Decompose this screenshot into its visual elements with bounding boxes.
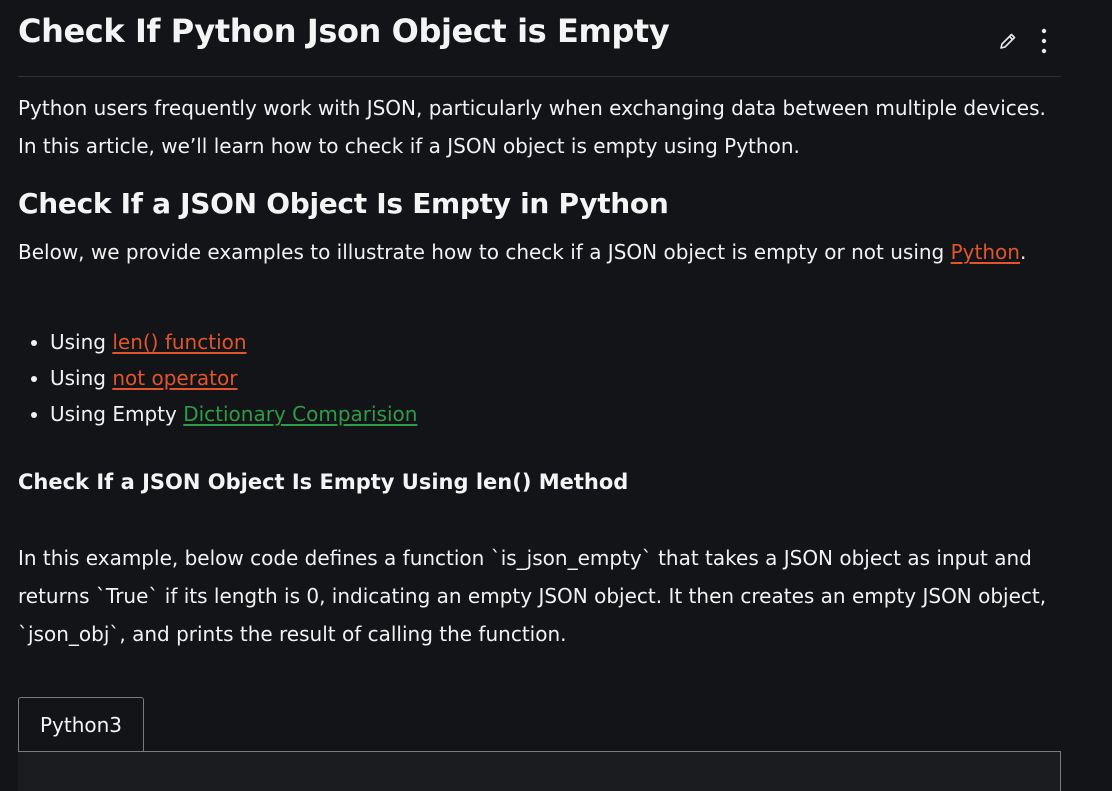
list-item-prefix: Using Empty: [50, 402, 184, 426]
methods-list: Using len() function Using not operator …: [18, 324, 417, 432]
section-heading: Check If a JSON Object Is Empty in Pytho…: [18, 187, 669, 220]
list-item: Using len() function: [50, 324, 417, 360]
list-item: Using not operator: [50, 360, 417, 396]
code-panel: [18, 751, 1061, 791]
vertical-dots-icon[interactable]: [1033, 26, 1055, 56]
list-item-prefix: Using: [50, 330, 113, 354]
header-actions: [997, 26, 1055, 56]
pencil-icon[interactable]: [997, 26, 1019, 56]
len-function-link[interactable]: len() function: [112, 330, 246, 354]
dictionary-comparision-link[interactable]: Dictionary Comparision: [183, 402, 417, 426]
tab-python3[interactable]: Python3: [18, 697, 144, 751]
example-paragraph: In this example, below code defines a fu…: [18, 546, 1047, 646]
subheading: Check If a JSON Object Is Empty Using le…: [18, 470, 629, 494]
article-header: Check If Python Json Object is Empty: [18, 0, 1061, 77]
article: Check If Python Json Object is Empty Pyt…: [18, 0, 1061, 646]
list-item: Using Empty Dictionary Comparision: [50, 396, 417, 432]
list-item-prefix: Using: [50, 366, 113, 390]
below-end: .: [1019, 240, 1027, 264]
page-title: Check If Python Json Object is Empty: [18, 12, 670, 50]
below-text: Below, we provide examples to illustrate…: [18, 240, 951, 264]
intro-paragraph: Python users frequently work with JSON, …: [18, 96, 1046, 158]
not-operator-link[interactable]: not operator: [112, 366, 237, 390]
below-paragraph: Below, we provide examples to illustrate…: [18, 233, 1058, 271]
python-link[interactable]: Python: [951, 240, 1020, 264]
